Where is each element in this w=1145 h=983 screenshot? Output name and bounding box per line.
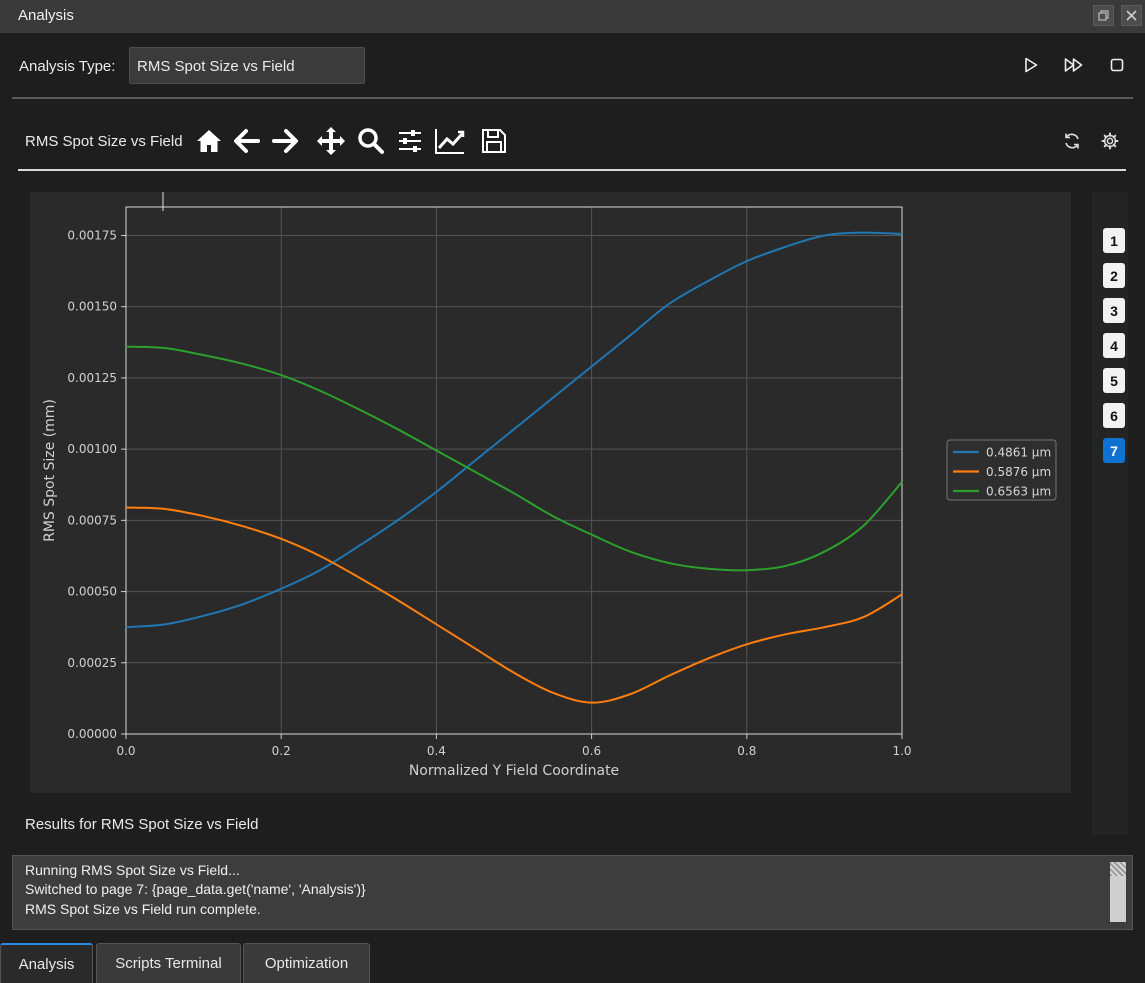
y-tick-label: 0.00100 <box>67 442 117 456</box>
tab-analysis[interactable]: Analysis <box>0 943 93 983</box>
y-tick-label: 0.00150 <box>67 300 117 314</box>
page-button-2[interactable]: 2 <box>1103 263 1125 288</box>
page-button-6[interactable]: 6 <box>1103 403 1125 428</box>
console-scrollbar-thumb[interactable] <box>1110 862 1126 876</box>
console-output[interactable]: Running RMS Spot Size vs Field... Switch… <box>12 855 1133 930</box>
x-tick-label: 1.0 <box>892 744 911 758</box>
y-tick-label: 0.00125 <box>67 371 117 385</box>
x-axis-label: Normalized Y Field Coordinate <box>409 763 619 779</box>
window-titlebar: Analysis <box>0 0 1145 33</box>
tab-optimization[interactable]: Optimization <box>243 943 370 983</box>
analysis-panel: Analysis Type: RMS Spot Size vs Field RM… <box>0 33 1145 943</box>
tab-scripts-terminal[interactable]: Scripts Terminal <box>96 943 241 983</box>
y-axis-label: RMS Spot Size (mm) <box>42 399 58 542</box>
legend-label: 0.5876 µm <box>986 465 1051 479</box>
analysis-type-field[interactable]: RMS Spot Size vs Field <box>129 47 365 84</box>
home-icon[interactable] <box>193 125 225 157</box>
fast-forward-icon[interactable] <box>1061 52 1087 78</box>
y-tick-label: 0.00075 <box>67 513 117 527</box>
page-button-3[interactable]: 3 <box>1103 298 1125 323</box>
close-icon[interactable] <box>1121 5 1142 26</box>
plot-title: RMS Spot Size vs Field <box>25 133 183 150</box>
analysis-type-label: Analysis Type: <box>19 58 116 75</box>
page-button-5[interactable]: 5 <box>1103 368 1125 393</box>
page-button-7[interactable]: 7 <box>1103 438 1125 463</box>
page-button-1[interactable]: 1 <box>1103 228 1125 253</box>
back-arrow-icon[interactable] <box>231 125 263 157</box>
window-title: Analysis <box>18 7 74 24</box>
plot-area <box>126 207 902 734</box>
page-button-4[interactable]: 4 <box>1103 333 1125 358</box>
x-tick-label: 0.8 <box>737 744 756 758</box>
line-chart[interactable]: 0.0 0.2 0.4 0.6 0.8 1.0 0.00000 0.00025 0.00050 0… <box>30 192 1071 793</box>
x-tick-label: 0.4 <box>427 744 446 758</box>
stop-icon[interactable] <box>1104 52 1130 78</box>
restore-icon[interactable] <box>1093 5 1114 26</box>
pan-icon[interactable] <box>315 125 347 157</box>
x-tick-label: 0.6 <box>582 744 601 758</box>
plot-figure[interactable]: 0.0 0.2 0.4 0.6 0.8 1.0 0.00000 0.00025 0.00050 0… <box>30 192 1071 793</box>
zoom-icon[interactable] <box>355 125 387 157</box>
gear-icon[interactable] <box>1094 125 1126 157</box>
legend-label: 0.4861 µm <box>986 446 1051 460</box>
separator <box>12 97 1133 99</box>
y-tick-label: 0.00050 <box>67 585 117 599</box>
console-line: RMS Spot Size vs Field run complete. <box>25 901 261 917</box>
console-line: Running RMS Spot Size vs Field... <box>25 862 240 878</box>
x-tick-label: 0.0 <box>116 744 135 758</box>
results-label: Results for RMS Spot Size vs Field <box>25 816 259 833</box>
legend-label: 0.6563 µm <box>986 485 1051 499</box>
page-selector: 1 2 3 4 5 6 7 <box>1092 192 1128 835</box>
x-tick-label: 0.2 <box>272 744 291 758</box>
bottom-tab-bar: Analysis Scripts Terminal Optimization <box>0 943 1145 983</box>
play-icon[interactable] <box>1018 52 1044 78</box>
configure-subplots-icon[interactable] <box>394 125 426 157</box>
edit-axes-icon[interactable] <box>433 125 467 157</box>
y-tick-label: 0.00175 <box>67 228 117 242</box>
y-tick-label: 0.00025 <box>67 656 117 670</box>
y-tick-label: 0.00000 <box>67 727 117 741</box>
separator <box>18 169 1126 171</box>
forward-arrow-icon[interactable] <box>269 125 301 157</box>
save-icon[interactable] <box>478 125 510 157</box>
console-line: Switched to page 7: {page_data.get('name… <box>25 881 366 897</box>
refresh-icon[interactable] <box>1056 125 1088 157</box>
